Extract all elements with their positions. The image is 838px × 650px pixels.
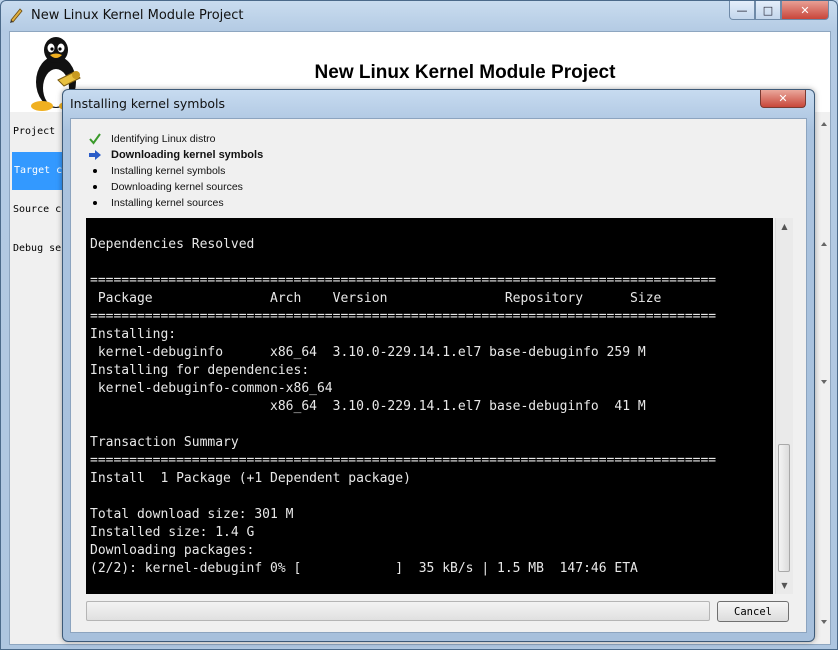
step-item: Downloading kernel sources [87, 179, 263, 195]
step-label: Installing kernel symbols [111, 165, 226, 177]
step-label: Identifying Linux distro [111, 133, 216, 145]
bullet-icon [87, 195, 103, 211]
minimize-button[interactable]: — [729, 1, 755, 20]
terminal-line: ========================================… [90, 309, 717, 324]
bullet-icon [87, 179, 103, 195]
wizard-scrollbar[interactable] [818, 118, 830, 638]
terminal-line: (2/2): kernel-debuginf 0% [ ] 35 kB/s | … [90, 561, 638, 576]
terminal-line: Package Arch Version Repository Size [90, 291, 662, 306]
maximize-icon: □ [762, 3, 774, 17]
step-label: Downloading kernel symbols [111, 149, 264, 161]
terminal-line: Dependencies Resolved [90, 237, 255, 252]
sidebar-item-debug[interactable]: Debug se [13, 243, 61, 254]
maximize-button[interactable]: □ [755, 1, 781, 20]
dialog-title: Installing kernel symbols [70, 96, 226, 111]
pencil-icon [10, 8, 23, 23]
terminal-line: Downloading packages: [90, 543, 255, 558]
sidebar-item-source[interactable]: Source c [13, 204, 61, 215]
terminal-line: Installing for dependencies: [90, 363, 310, 378]
window-title: New Linux Kernel Module Project [31, 8, 244, 23]
minimize-icon: — [736, 3, 748, 17]
dialog-close-button[interactable]: ✕ [760, 90, 806, 108]
terminal-line: Installing: [90, 327, 177, 342]
scroll-down-icon[interactable]: ▼ [776, 577, 793, 594]
scroll-up-icon[interactable]: ▲ [776, 218, 793, 235]
terminal-scrollbar[interactable]: ▲ ▼ [775, 218, 793, 594]
scroll-thumb[interactable] [778, 444, 790, 572]
terminal-line: ========================================… [90, 273, 717, 288]
terminal-line: Transaction Summary [90, 435, 239, 450]
terminal-line: Installed size: 1.4 G [90, 525, 255, 540]
step-list: Identifying Linux distro Downloading ker… [87, 131, 263, 211]
terminal-line: kernel-debuginfo-common-x86_64 [90, 381, 333, 396]
step-label: Installing kernel sources [111, 197, 224, 209]
arrow-right-icon [87, 147, 103, 163]
cancel-button[interactable]: Cancel [717, 601, 789, 622]
dialog-body: Identifying Linux distro Downloading ker… [70, 118, 807, 633]
step-item-current: Downloading kernel symbols [87, 147, 263, 163]
terminal-line: kernel-debuginfo x86_64 3.10.0-229.14.1.… [90, 345, 646, 360]
download-progress-bar [86, 601, 710, 621]
terminal-line: ========================================… [90, 453, 717, 468]
sidebar-item-project[interactable]: Project [13, 126, 55, 137]
terminal-line: Install 1 Package (+1 Dependent package) [90, 471, 411, 486]
step-item: Installing kernel sources [87, 195, 263, 211]
terminal-line: x86_64 3.10.0-229.14.1.el7 base-debuginf… [90, 399, 646, 414]
terminal-line: Total download size: 301 M [90, 507, 294, 522]
terminal-output[interactable]: Dependencies Resolved ==================… [86, 218, 773, 594]
install-dialog: Installing kernel symbols ✕ Identifying … [62, 89, 815, 642]
title-bar[interactable]: New Linux Kernel Module Project — □ ✕ [1, 1, 837, 31]
step-item: Identifying Linux distro [87, 131, 263, 147]
step-label: Downloading kernel sources [111, 181, 243, 193]
page-title: New Linux Kernel Module Project [314, 62, 616, 83]
step-item: Installing kernel symbols [87, 163, 263, 179]
close-icon: ✕ [800, 3, 810, 17]
bullet-icon [87, 163, 103, 179]
close-button[interactable]: ✕ [781, 1, 829, 20]
close-icon: ✕ [778, 92, 788, 105]
check-icon [87, 131, 103, 147]
